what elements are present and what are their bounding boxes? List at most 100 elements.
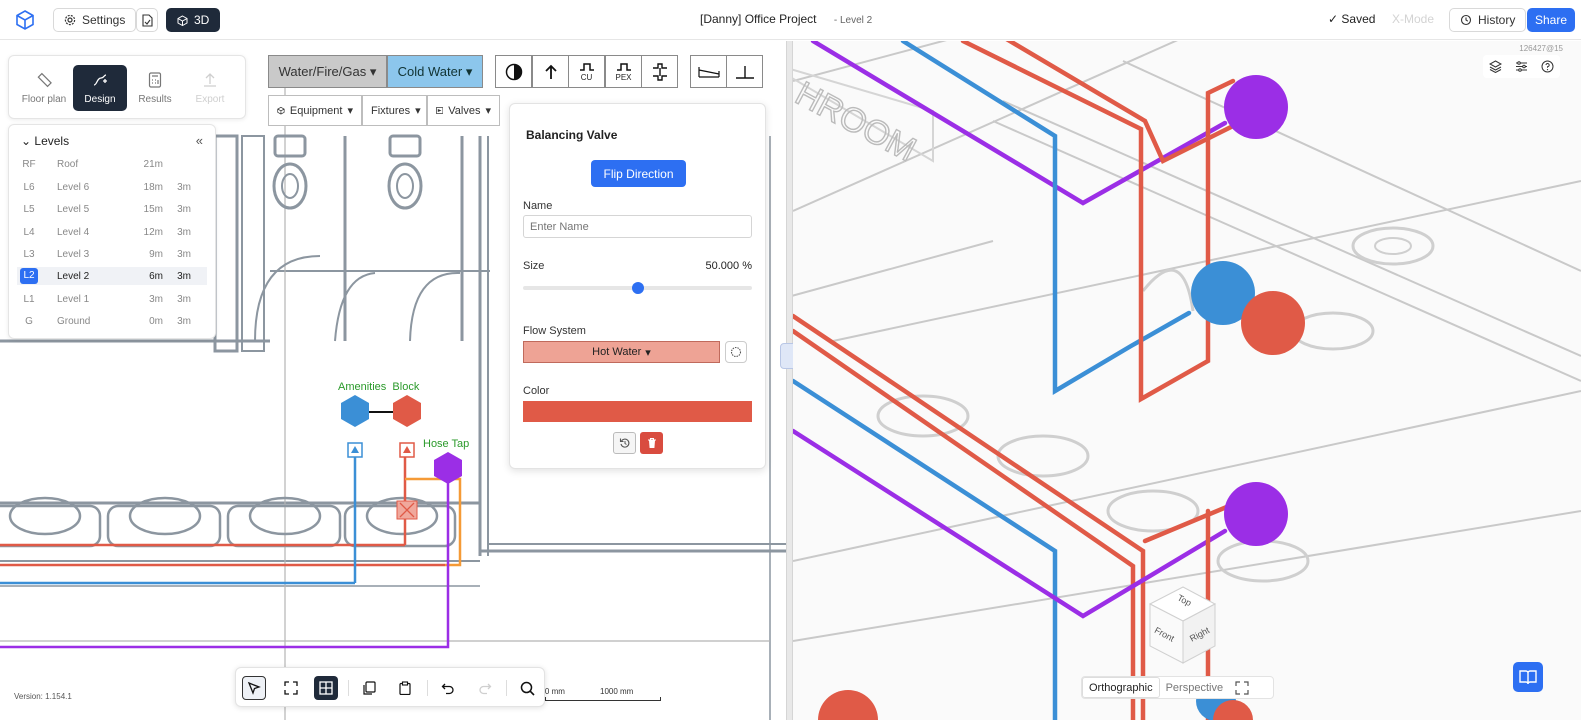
perpendicular-button[interactable] — [726, 55, 763, 88]
level-code: L1 — [23, 293, 35, 305]
direction-button[interactable] — [532, 55, 569, 88]
color-swatch[interactable] — [523, 401, 752, 422]
settings-button[interactable]: Settings — [53, 8, 137, 32]
paste-button[interactable] — [393, 676, 417, 700]
fit-view-button[interactable] — [279, 676, 303, 700]
level-elevation: 15m — [143, 203, 163, 215]
pex-pipe-button[interactable]: PEX — [605, 55, 642, 88]
floor-plan-button[interactable]: Floor plan — [17, 65, 71, 111]
history-button[interactable]: History — [1449, 8, 1527, 32]
flow-system-dropdown[interactable]: Hot Water ▾ — [523, 341, 720, 363]
subsystem-dropdown[interactable]: Cold Water ▾ — [387, 55, 483, 88]
contrast-button[interactable] — [495, 55, 532, 88]
design-button[interactable]: Design — [73, 65, 127, 111]
level-name: Level 4 — [57, 226, 90, 238]
history-label: History — [1478, 13, 1516, 27]
level-elevation: 12m — [143, 226, 163, 238]
sliders-icon[interactable] — [1515, 60, 1528, 73]
levels-panel: ⌄ Levels « RF Roof 21m L6 Level 6 18m 3m L5 Le… — [8, 124, 216, 339]
fullscreen-icon[interactable] — [1235, 680, 1249, 695]
export-button[interactable]: Export — [183, 65, 237, 111]
level-name: Roof — [57, 158, 79, 170]
level-row-l3[interactable]: L3 Level 3 9m 3m — [17, 245, 207, 263]
level-code: L5 — [23, 203, 35, 215]
bottom-toolbar — [235, 667, 545, 707]
layers-icon[interactable] — [1489, 60, 1503, 73]
projection-toggle: Orthographic Perspective — [1081, 676, 1274, 699]
calculator-icon — [148, 71, 162, 88]
saved-status: ✓ Saved — [1328, 12, 1376, 26]
pipe-wave-icon — [579, 63, 594, 71]
amenities-text: Amenities — [338, 381, 387, 393]
app-logo-icon[interactable] — [14, 9, 36, 31]
grid-toggle-button[interactable] — [314, 676, 338, 700]
3d-tools — [1483, 55, 1560, 78]
flow-target-button[interactable] — [725, 341, 747, 363]
view-3d-button[interactable]: 3D — [166, 8, 221, 32]
docs-button[interactable] — [1513, 662, 1543, 692]
upload-icon — [204, 72, 216, 87]
toolbar-divider — [348, 680, 349, 696]
copy-button[interactable] — [357, 676, 381, 700]
slope-icon — [697, 66, 720, 78]
perspective-button[interactable]: Perspective — [1160, 682, 1229, 694]
level-row-l4[interactable]: L4 Level 4 12m 3m — [17, 223, 207, 241]
properties-title: Balancing Valve — [526, 128, 618, 142]
collapse-panel-icon[interactable]: « — [196, 133, 203, 148]
level-row-l1[interactable]: L1 Level 1 3m 3m — [17, 290, 207, 308]
color-label: Color — [523, 385, 550, 397]
level-height: 3m — [177, 293, 191, 305]
undo-button[interactable] — [436, 676, 460, 700]
split-divider[interactable] — [786, 41, 793, 720]
level-name: Level 5 — [57, 203, 90, 215]
valves-dropdown[interactable]: Valves ▾ — [427, 95, 500, 126]
search-button[interactable] — [515, 676, 539, 700]
design-label: Design — [84, 93, 116, 105]
levels-title: Levels — [34, 134, 70, 148]
3d-viewport[interactable]: HROOM Top Front Right — [793, 41, 1581, 720]
results-button[interactable]: Results — [128, 65, 182, 111]
mode-panel: Floor plan Design Results Export — [8, 55, 246, 119]
system-dropdown[interactable]: Water/Fire/Gas ▾ — [268, 55, 387, 88]
flip-direction-button[interactable]: Flip Direction — [591, 160, 686, 187]
level-height: 3m — [177, 315, 191, 327]
share-button[interactable]: Share — [1527, 8, 1576, 32]
saved-label: Saved — [1341, 12, 1376, 26]
equipment-dropdown[interactable]: Equipment ▾ — [268, 95, 362, 126]
help-icon[interactable] — [1541, 60, 1554, 73]
top-bar: Settings 3D [Danny] Office Project - Lev… — [0, 0, 1581, 40]
current-level-name: Level 2 — [839, 15, 873, 26]
delete-button[interactable] — [640, 432, 663, 454]
slope-button[interactable] — [690, 55, 727, 88]
level-row-l2[interactable]: L2 Level 2 6m 3m — [17, 267, 207, 285]
level-row-rf[interactable]: RF Roof 21m — [17, 155, 207, 173]
mode-label[interactable]: X-Mode — [1392, 12, 1434, 26]
scale-1000: 1000 mm — [600, 687, 634, 696]
book-icon — [1519, 670, 1537, 685]
level-name: Level 1 — [57, 293, 90, 305]
level-row-l5[interactable]: L5 Level 5 15m 3m — [17, 200, 207, 218]
level-row-g[interactable]: G Ground 0m 3m — [17, 312, 207, 330]
orthographic-button[interactable]: Orthographic — [1082, 677, 1160, 698]
project-title: [Danny] Office Project - Level 2 — [700, 12, 872, 26]
level-elevation: 6m — [149, 270, 163, 282]
levels-header[interactable]: ⌄ Levels — [21, 134, 69, 148]
redo-button[interactable] — [473, 676, 497, 700]
file-check-button[interactable] — [136, 8, 158, 32]
target-icon — [730, 346, 742, 358]
hose-tap-label: Hose Tap — [423, 438, 470, 450]
size-slider-handle[interactable] — [631, 282, 644, 294]
copper-pipe-button[interactable]: CU — [568, 55, 605, 88]
reset-button[interactable] — [613, 432, 636, 454]
box-icon — [277, 106, 285, 115]
name-input[interactable] — [523, 215, 752, 238]
fixtures-dropdown[interactable]: Fixtures ▾ — [362, 95, 427, 126]
expansion-button[interactable] — [641, 55, 678, 88]
subsystem-label: Cold Water — [397, 64, 463, 79]
pex-label: PEX — [615, 73, 632, 82]
fixtures-label: Fixtures — [371, 104, 411, 117]
select-tool-button[interactable] — [242, 676, 266, 700]
level-code: G — [25, 315, 33, 327]
size-slider[interactable] — [523, 282, 752, 294]
level-row-l6[interactable]: L6 Level 6 18m 3m — [17, 178, 207, 196]
